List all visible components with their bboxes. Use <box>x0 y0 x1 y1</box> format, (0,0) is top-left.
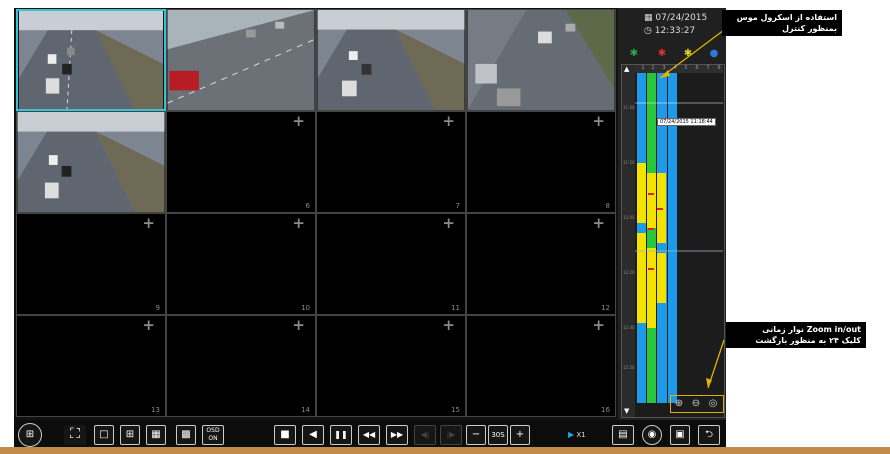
camera-tile-6[interactable]: +6 <box>166 111 316 213</box>
add-camera-icon[interactable]: + <box>292 318 305 333</box>
timeline-scale[interactable]: ▲ 11:00 11:50 12:05 12:20 12:40 12:50 ▼ <box>622 65 635 417</box>
zoom-in-icon[interactable]: ⊕ <box>672 396 686 411</box>
osd-toggle-button[interactable]: OSD ON <box>202 425 224 445</box>
pause-button[interactable]: ❚❚ <box>330 425 352 445</box>
channel-number: 12 <box>601 304 610 312</box>
exit-button[interactable]: ⮌ <box>698 425 720 445</box>
camera-tile-14[interactable]: +14 <box>166 315 316 417</box>
channel-number: 14 <box>301 406 310 414</box>
highway-feed-image <box>17 112 165 212</box>
layout-4-button[interactable]: ⊞ <box>120 425 140 445</box>
record-type-icons: ✱ ✱ ✱ ● <box>628 48 722 60</box>
camera-tile-10[interactable]: +10 <box>166 213 316 315</box>
add-camera-icon[interactable]: + <box>292 114 305 129</box>
reverse-play-button[interactable]: ◀ <box>302 425 324 445</box>
zoom-out-icon[interactable]: ⊖ <box>689 396 703 411</box>
highway-feed-image <box>18 11 164 109</box>
scroll-down-icon[interactable]: ▼ <box>624 407 629 415</box>
add-camera-icon[interactable]: + <box>142 216 155 231</box>
start-menu-button[interactable]: ⊞ <box>18 423 42 447</box>
layout-1-button[interactable]: □ <box>94 425 114 445</box>
channel-number: 8 <box>605 202 610 210</box>
add-camera-icon[interactable]: + <box>442 216 455 231</box>
zoom-reset-icon[interactable]: ◎ <box>706 396 720 411</box>
add-camera-icon[interactable]: + <box>292 216 305 231</box>
interval-value: 30S <box>488 425 508 445</box>
channel-number: 7 <box>455 202 460 210</box>
channel-number: 10 <box>301 304 310 312</box>
layout-16-button[interactable]: ▩ <box>176 425 196 445</box>
date-label: ▦ 07/24/2015 <box>644 13 708 23</box>
camera-grid: +6 +7 +8 +9 +10 +11 +12 +13 +14 +15 +16 <box>16 9 616 419</box>
add-camera-icon[interactable]: + <box>142 318 155 333</box>
add-camera-icon[interactable]: + <box>592 216 605 231</box>
datetime-display: ▦ 07/24/2015 ◷ 12:33:27 <box>644 12 707 38</box>
camera-tile-3[interactable] <box>316 9 466 111</box>
highway-feed-image <box>317 10 465 110</box>
fullscreen-icon[interactable]: ⛶ <box>64 425 86 445</box>
highway-feed-image <box>467 10 615 110</box>
camera-tile-16[interactable]: +16 <box>466 315 616 417</box>
playback-toolbar: ⊞ ⛶ □ ⊞ ▦ ▩ OSD ON ■ ◀ ❚❚ ◀◀ ▶▶ ◀| |▶ − … <box>14 420 726 450</box>
add-camera-icon[interactable]: + <box>592 318 605 333</box>
alarm-record-icon[interactable]: ✱ <box>656 48 668 60</box>
channel-number: 9 <box>155 304 160 312</box>
event-search-button[interactable]: ▤ <box>612 425 634 445</box>
play-speed-icon: ▶ <box>568 430 575 439</box>
step-back-button[interactable]: ◀| <box>414 425 436 445</box>
camera-tile-12[interactable]: +12 <box>466 213 616 315</box>
manual-record-icon[interactable]: ✱ <box>628 48 640 60</box>
annotation-scroll: استفاده از اسکرول موس بمنظور کنترل <box>722 10 842 36</box>
taskbar-strip <box>0 447 890 454</box>
channel-number: 11 <box>451 304 460 312</box>
interval-minus-button[interactable]: − <box>466 425 486 445</box>
layout-9-button[interactable]: ▦ <box>146 425 166 445</box>
add-camera-icon[interactable]: + <box>592 114 605 129</box>
recording-timeline-area[interactable]: 07/24/2015 11:18:44 <box>635 73 723 403</box>
add-camera-icon[interactable]: + <box>442 114 455 129</box>
timeline-panel[interactable]: ▲ 11:00 11:50 12:05 12:20 12:40 12:50 ▼ 1 2… <box>621 64 725 418</box>
camera-tile-1[interactable] <box>16 9 166 111</box>
step-forward-button[interactable]: |▶ <box>440 425 462 445</box>
zoom-controls: ⊕ ⊖ ◎ <box>670 395 724 413</box>
stop-button[interactable]: ■ <box>274 425 296 445</box>
rewind-button[interactable]: ◀◀ <box>358 425 380 445</box>
schedule-record-icon[interactable]: ● <box>708 48 720 60</box>
fast-forward-button[interactable]: ▶▶ <box>386 425 408 445</box>
channel-number: 16 <box>601 406 610 414</box>
snapshot-button[interactable]: ◉ <box>642 425 662 445</box>
camera-tile-2[interactable] <box>166 9 316 111</box>
annotation-zoom: نوار زمانی Zoom in/out کلیک ۲۴ به منظور … <box>726 322 866 348</box>
camera-tile-9[interactable]: +9 <box>16 213 166 315</box>
camera-tile-13[interactable]: +13 <box>16 315 166 417</box>
backup-button[interactable]: ▣ <box>670 425 690 445</box>
highway-feed-image <box>167 10 315 110</box>
hour-ruler: 1 2 3 4 5 6 7 8 <box>635 65 723 73</box>
interval-plus-button[interactable]: + <box>510 425 530 445</box>
motion-record-icon[interactable]: ✱ <box>682 48 694 60</box>
speed-indicator: ▶ X1 <box>568 430 586 439</box>
camera-tile-11[interactable]: +11 <box>316 213 466 315</box>
timeline-tooltip: 07/24/2015 11:18:44 <box>657 118 716 126</box>
channel-number: 6 <box>305 202 310 210</box>
camera-tile-5[interactable] <box>16 111 166 213</box>
time-label: ◷ 12:33:27 <box>644 26 696 36</box>
dvr-playback-window: +6 +7 +8 +9 +10 +11 +12 +13 +14 +15 +16 … <box>14 8 726 454</box>
add-camera-icon[interactable]: + <box>442 318 455 333</box>
channel-number: 13 <box>151 406 160 414</box>
channel-number: 15 <box>451 406 460 414</box>
scroll-up-icon[interactable]: ▲ <box>624 65 629 73</box>
camera-tile-4[interactable] <box>466 9 616 111</box>
camera-tile-8[interactable]: +8 <box>466 111 616 213</box>
camera-tile-7[interactable]: +7 <box>316 111 466 213</box>
playback-sidebar: ▦ 07/24/2015 ◷ 12:33:27 ✱ ✱ ✱ ● ▲ 11:00 1… <box>618 8 726 420</box>
camera-tile-15[interactable]: +15 <box>316 315 466 417</box>
